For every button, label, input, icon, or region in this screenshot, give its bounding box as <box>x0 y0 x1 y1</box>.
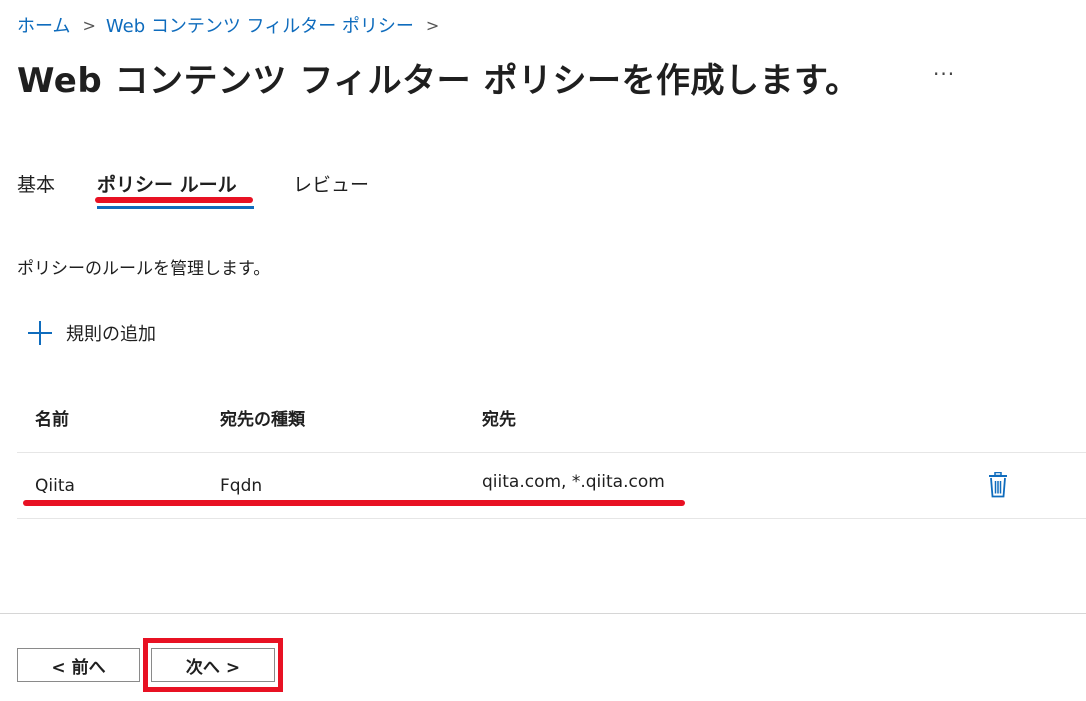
tab-review[interactable]: レビュー <box>293 170 369 197</box>
tab-policy-rules[interactable]: ポリシー ルール <box>97 170 237 197</box>
rule-destination-cell: qiita.com, *.qiita.com <box>482 472 665 492</box>
table-divider <box>17 518 1086 519</box>
column-header-name: 名前 <box>35 410 69 430</box>
breadcrumb-home[interactable]: ホーム <box>17 12 70 38</box>
rule-type-cell: Fqdn <box>220 476 263 496</box>
breadcrumb-separator: > <box>82 15 96 35</box>
breadcrumb-web-content-filter-policy[interactable]: Web コンテンツ フィルター ポリシー <box>106 12 414 38</box>
previous-button[interactable]: < 前へ <box>17 648 140 682</box>
page-title: Web コンテンツ フィルター ポリシーを作成します。 <box>17 61 860 101</box>
active-tab-indicator <box>97 206 254 209</box>
table-divider <box>17 452 1086 453</box>
rule-name-cell: Qiita <box>35 476 75 496</box>
column-header-destination: 宛先 <box>482 410 516 430</box>
column-header-destination-type: 宛先の種類 <box>220 410 305 430</box>
trash-icon[interactable] <box>987 471 1009 498</box>
add-rule-label: 規則の追加 <box>66 324 156 345</box>
rules-description: ポリシーのルールを管理します。 <box>17 259 271 279</box>
plus-icon <box>28 321 52 345</box>
tab-basics[interactable]: 基本 <box>17 170 55 197</box>
highlight-underline <box>95 197 253 203</box>
highlight-box <box>143 638 283 692</box>
more-options-icon[interactable]: ··· <box>933 62 955 86</box>
footer-divider <box>0 613 1086 614</box>
breadcrumb-separator: > <box>425 15 440 35</box>
add-rule-button[interactable]: 規則の追加 <box>28 318 156 348</box>
highlight-underline <box>23 500 685 506</box>
breadcrumb: ホーム > Web コンテンツ フィルター ポリシー > <box>17 12 449 38</box>
